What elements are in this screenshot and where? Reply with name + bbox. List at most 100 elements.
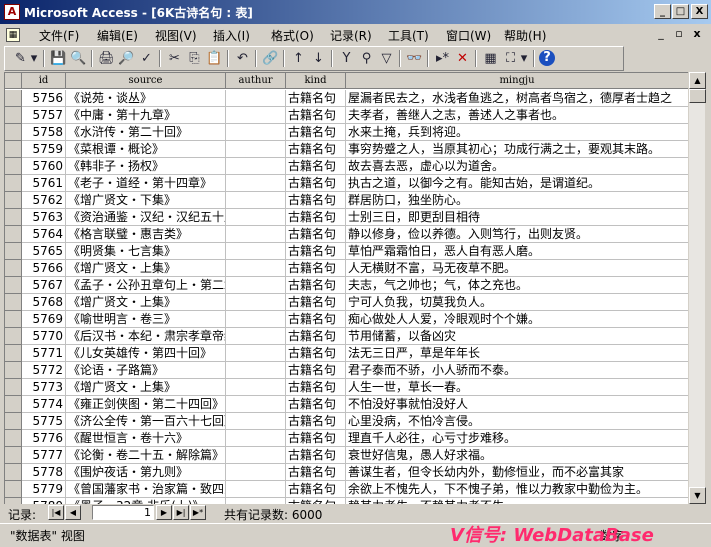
new-record-nav-icon[interactable]: ▶*	[190, 505, 206, 520]
cell-id[interactable]: 5758	[22, 124, 66, 141]
next-record-icon[interactable]: ▶	[156, 505, 172, 520]
cell-authur[interactable]	[226, 430, 286, 447]
cell-authur[interactable]	[226, 141, 286, 158]
cell-id[interactable]: 5761	[22, 175, 66, 192]
cell-authur[interactable]	[226, 277, 286, 294]
cell-source[interactable]: 《中庸・第十九章》	[66, 107, 226, 124]
cell-id[interactable]: 5770	[22, 328, 66, 345]
cell-source[interactable]: 《孟子・公孙丑章句上・第二章	[66, 277, 226, 294]
cell-kind[interactable]: 古籍名句	[286, 192, 346, 209]
table-row[interactable]: 5762 《增广贤文・下集》 古籍名句 群居防口，独坐防心。	[5, 192, 688, 209]
cell-kind[interactable]: 古籍名句	[286, 328, 346, 345]
column-header-source[interactable]: source	[66, 73, 226, 89]
scroll-thumb[interactable]	[689, 89, 706, 103]
cell-id[interactable]: 5777	[22, 447, 66, 464]
select-all-corner[interactable]	[5, 73, 22, 89]
table-row[interactable]: 5767 《孟子・公孙丑章句上・第二章 古籍名句 夫志，气之帅也；气，体之充也。	[5, 277, 688, 294]
cell-source[interactable]: 《格言联璧・惠吉类》	[66, 226, 226, 243]
cell-source[interactable]: 《水浒传・第二十回》	[66, 124, 226, 141]
menu-window[interactable]: 窗口(W)	[446, 27, 491, 44]
table-row[interactable]: 5770 《后汉书・本纪・肃宗孝章帝纪 古籍名句 节用储蓄，以备凶灾	[5, 328, 688, 345]
menu-records[interactable]: 记录(R)	[330, 27, 372, 44]
view-icon[interactable]: ✎	[11, 49, 30, 68]
cell-mingju[interactable]: 法无三日严，草是年年长	[346, 345, 688, 362]
cell-id[interactable]: 5776	[22, 430, 66, 447]
table-row[interactable]: 5776 《醒世恒言・卷十六》 古籍名句 理直千人必往，心亏寸步难移。	[5, 430, 688, 447]
row-selector[interactable]	[5, 158, 22, 175]
cell-kind[interactable]: 古籍名句	[286, 413, 346, 430]
cell-authur[interactable]	[226, 345, 286, 362]
doc-close-button[interactable]: x	[690, 27, 704, 41]
cell-id[interactable]: 5763	[22, 209, 66, 226]
cell-source[interactable]: 《资治通鉴・汉纪・汉纪五十八	[66, 209, 226, 226]
cell-id[interactable]: 5759	[22, 141, 66, 158]
cell-id[interactable]: 5766	[22, 260, 66, 277]
cell-authur[interactable]	[226, 311, 286, 328]
table-row[interactable]: 5769 《喻世明言・卷三》 古籍名句 痴心做处人人爱，冷眼观时个个嫌。	[5, 311, 688, 328]
menu-format[interactable]: 格式(O)	[271, 27, 314, 44]
close-button[interactable]: X	[691, 4, 708, 19]
column-header-mingju[interactable]: mingju	[346, 73, 688, 89]
cell-mingju[interactable]: 理直千人必往，心亏寸步难移。	[346, 430, 688, 447]
cell-mingju[interactable]: 君子泰而不骄，小人骄而不泰。	[346, 362, 688, 379]
menu-tools[interactable]: 工具(T)	[388, 27, 429, 44]
row-selector[interactable]	[5, 413, 22, 430]
new-object-icon[interactable]: ⛶	[501, 49, 520, 68]
scroll-down-icon[interactable]: ▼	[689, 487, 706, 504]
menu-edit[interactable]: 编辑(E)	[97, 27, 138, 44]
cell-id[interactable]: 5775	[22, 413, 66, 430]
cell-authur[interactable]	[226, 226, 286, 243]
cell-kind[interactable]: 古籍名句	[286, 175, 346, 192]
cell-mingju[interactable]: 屋漏者民去之，水浅者鱼逃之，树高者鸟宿之，德厚者士趋之	[346, 90, 688, 107]
cell-kind[interactable]: 古籍名句	[286, 464, 346, 481]
row-selector[interactable]	[5, 362, 22, 379]
cell-id[interactable]: 5778	[22, 464, 66, 481]
column-header-id[interactable]: id	[22, 73, 66, 89]
row-selector[interactable]	[5, 141, 22, 158]
cell-id[interactable]: 5779	[22, 481, 66, 498]
menu-file[interactable]: 文件(F)	[39, 27, 79, 44]
column-header-authur[interactable]: authur	[226, 73, 286, 89]
cell-authur[interactable]	[226, 192, 286, 209]
table-row[interactable]: 5756 《说苑・谈丛》 古籍名句 屋漏者民去之，水浅者鱼逃之，树高者鸟宿之，德厚者士…	[5, 90, 688, 107]
table-row[interactable]: 5778 《围炉夜话・第九则》 古籍名句 善谋生者，但令长幼内外，勤修恒业，而不必富其…	[5, 464, 688, 481]
row-selector[interactable]	[5, 464, 22, 481]
cell-kind[interactable]: 古籍名句	[286, 481, 346, 498]
cell-authur[interactable]	[226, 328, 286, 345]
cell-mingju[interactable]: 水来土掩，兵到将迎。	[346, 124, 688, 141]
cell-id[interactable]: 5769	[22, 311, 66, 328]
row-selector[interactable]	[5, 226, 22, 243]
cell-source[interactable]: 《围炉夜话・第九则》	[66, 464, 226, 481]
row-selector[interactable]	[5, 345, 22, 362]
cell-kind[interactable]: 古籍名句	[286, 311, 346, 328]
menu-help[interactable]: 帮助(H)	[504, 27, 546, 44]
cell-kind[interactable]: 古籍名句	[286, 345, 346, 362]
cell-kind[interactable]: 古籍名句	[286, 209, 346, 226]
row-selector[interactable]	[5, 328, 22, 345]
cell-kind[interactable]: 古籍名句	[286, 158, 346, 175]
cell-id[interactable]: 5757	[22, 107, 66, 124]
find-icon[interactable]: 👓	[405, 49, 424, 68]
cell-authur[interactable]	[226, 209, 286, 226]
cell-id[interactable]: 5772	[22, 362, 66, 379]
row-selector[interactable]	[5, 260, 22, 277]
table-row[interactable]: 5779 《曾国藩家书・治家篇・致四弟 古籍名句 余欲上不愧先人，下不愧子弟，惟以力教…	[5, 481, 688, 498]
cell-authur[interactable]	[226, 124, 286, 141]
cell-mingju[interactable]: 夫志，气之帅也；气，体之充也。	[346, 277, 688, 294]
scroll-up-icon[interactable]: ▲	[689, 72, 706, 89]
cell-kind[interactable]: 古籍名句	[286, 260, 346, 277]
save-icon[interactable]: 💾	[49, 49, 68, 68]
new-record-icon[interactable]: ▸*	[433, 49, 452, 68]
cell-source[interactable]: 《菜根谭・概论》	[66, 141, 226, 158]
cell-id[interactable]: 5768	[22, 294, 66, 311]
cell-authur[interactable]	[226, 464, 286, 481]
cell-mingju[interactable]: 群居防口，独坐防心。	[346, 192, 688, 209]
cell-source[interactable]: 《说苑・谈丛》	[66, 90, 226, 107]
view-dropdown-icon[interactable]: ▾	[29, 49, 39, 68]
cell-source[interactable]: 《济公全传・第一百六十七回》	[66, 413, 226, 430]
cell-authur[interactable]	[226, 294, 286, 311]
cell-source[interactable]: 《老子・道经・第十四章》	[66, 175, 226, 192]
cell-authur[interactable]	[226, 396, 286, 413]
copy-icon[interactable]: ⎘	[185, 49, 204, 68]
cell-mingju[interactable]: 不怕没好事就怕没好人	[346, 396, 688, 413]
